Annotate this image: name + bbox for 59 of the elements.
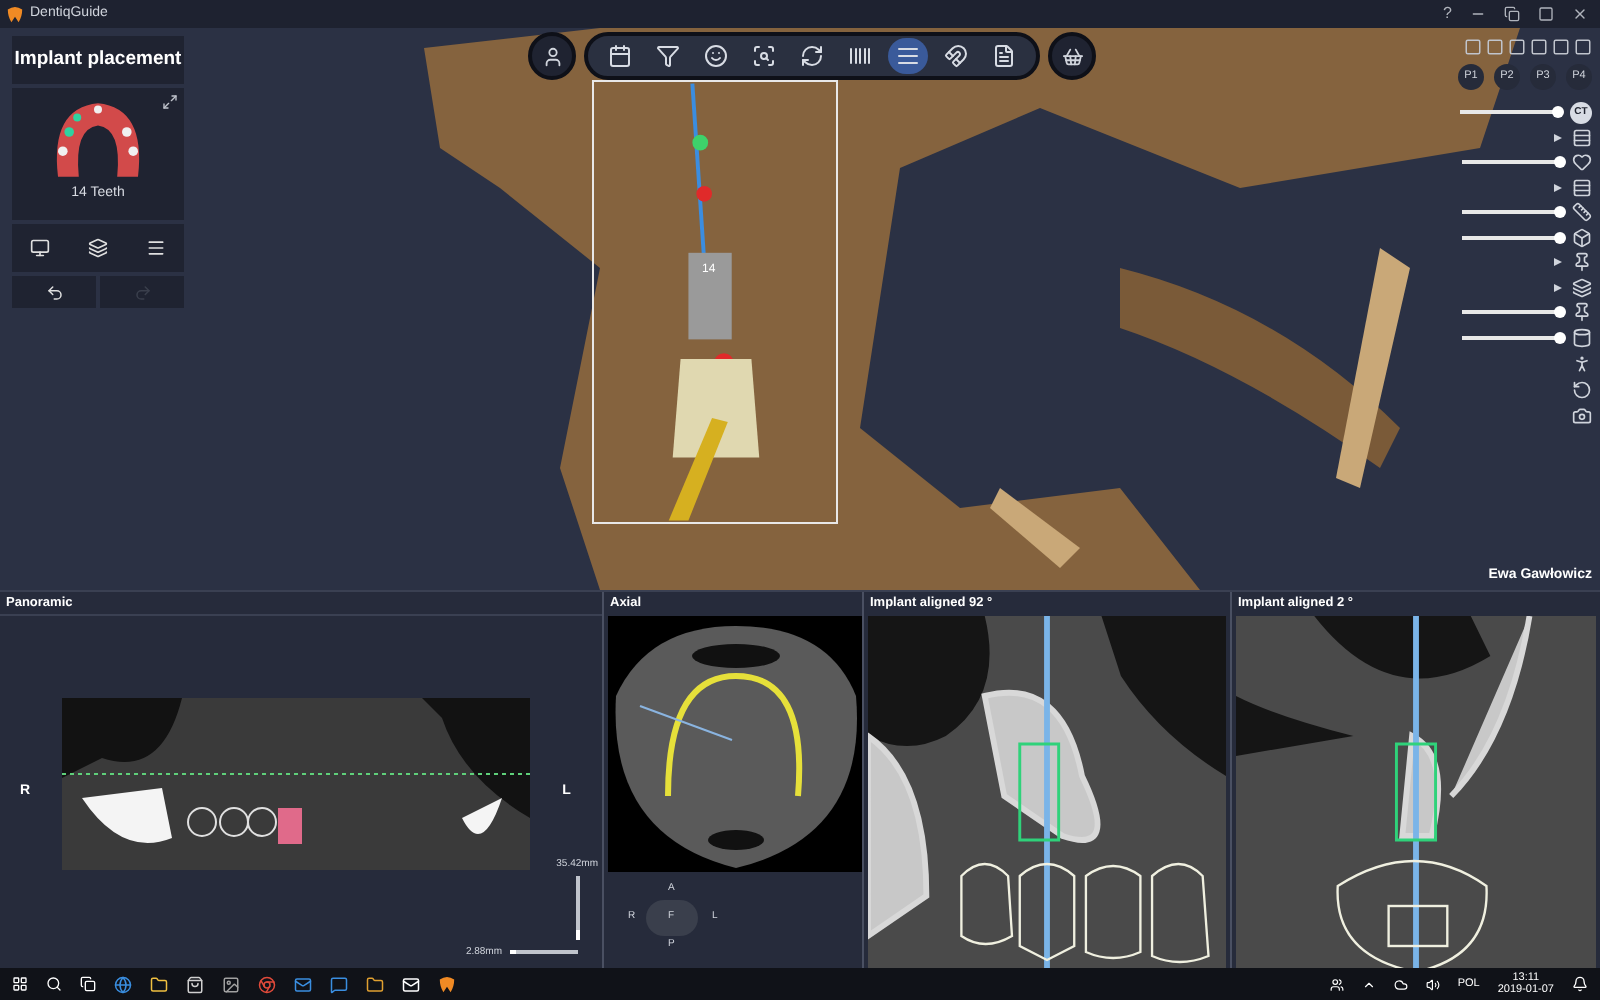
search-icon[interactable] bbox=[46, 976, 62, 992]
expand-arrow-icon[interactable] bbox=[1554, 183, 1562, 192]
layers-icon[interactable] bbox=[87, 238, 108, 258]
scan-icon bbox=[752, 44, 776, 68]
tooth-logo-icon bbox=[6, 5, 24, 23]
barcode-icon bbox=[848, 44, 872, 68]
tool-button[interactable] bbox=[888, 38, 928, 74]
folder-icon[interactable] bbox=[150, 975, 168, 993]
people-icon[interactable] bbox=[1329, 977, 1344, 991]
list-icon bbox=[896, 44, 920, 68]
refresh-icon bbox=[800, 44, 824, 68]
monitor-icon[interactable] bbox=[30, 238, 51, 258]
image-icon[interactable] bbox=[222, 975, 240, 993]
cloud-icon[interactable] bbox=[1393, 977, 1408, 991]
maximize-icon[interactable] bbox=[1538, 6, 1554, 22]
document-icon bbox=[992, 44, 1016, 68]
box-icon[interactable] bbox=[1572, 227, 1592, 248]
undo-icon bbox=[45, 283, 63, 301]
chat-icon[interactable] bbox=[330, 975, 348, 993]
redo-icon bbox=[133, 283, 151, 301]
task-view-icon[interactable] bbox=[80, 976, 96, 992]
rotate-icon[interactable] bbox=[1572, 380, 1592, 400]
heart-icon[interactable] bbox=[1572, 152, 1592, 173]
bag-icon[interactable] bbox=[186, 975, 204, 993]
strip-icon[interactable] bbox=[1572, 177, 1592, 198]
restore-icon[interactable] bbox=[1504, 6, 1520, 22]
close-icon[interactable] bbox=[1572, 6, 1588, 22]
magnet-icon bbox=[944, 44, 968, 68]
camera-icon[interactable] bbox=[1572, 406, 1592, 426]
panel-title: Implant placement bbox=[12, 36, 184, 84]
speaker-icon[interactable] bbox=[1425, 977, 1440, 991]
basket-icon bbox=[1061, 45, 1083, 67]
ruler-icon[interactable] bbox=[1572, 202, 1592, 223]
person-icon[interactable] bbox=[1572, 354, 1592, 374]
expand-arrow-icon[interactable] bbox=[1554, 258, 1562, 267]
globe-icon[interactable] bbox=[114, 975, 132, 993]
pin-icon[interactable] bbox=[1572, 302, 1592, 323]
windows-logo-icon[interactable] bbox=[12, 976, 28, 992]
notification-icon[interactable] bbox=[1572, 976, 1588, 992]
folder-icon[interactable] bbox=[366, 975, 384, 993]
undo-button[interactable] bbox=[12, 276, 96, 308]
smile-icon bbox=[704, 44, 728, 68]
thickness-slider-fill[interactable] bbox=[575, 930, 580, 940]
expand-arrow-icon[interactable] bbox=[1554, 283, 1562, 292]
layers-icon[interactable] bbox=[1572, 277, 1592, 298]
expand-icon[interactable] bbox=[162, 94, 178, 110]
strip-icon[interactable] bbox=[1572, 127, 1592, 148]
menu-icon[interactable] bbox=[145, 238, 166, 258]
tooth-logo-icon[interactable] bbox=[438, 975, 456, 993]
cylinder-icon[interactable] bbox=[1572, 327, 1592, 348]
user-icon bbox=[541, 45, 563, 67]
chevron-up-icon[interactable] bbox=[1361, 977, 1376, 991]
expand-arrow-icon[interactable] bbox=[1554, 133, 1562, 142]
pin-icon[interactable] bbox=[1572, 252, 1592, 273]
browser-icon[interactable] bbox=[258, 975, 276, 993]
calendar-icon bbox=[608, 44, 632, 68]
filter-icon bbox=[656, 44, 680, 68]
zoom-slider-fill[interactable] bbox=[510, 950, 517, 955]
help-button[interactable]: ? bbox=[1437, 2, 1458, 26]
